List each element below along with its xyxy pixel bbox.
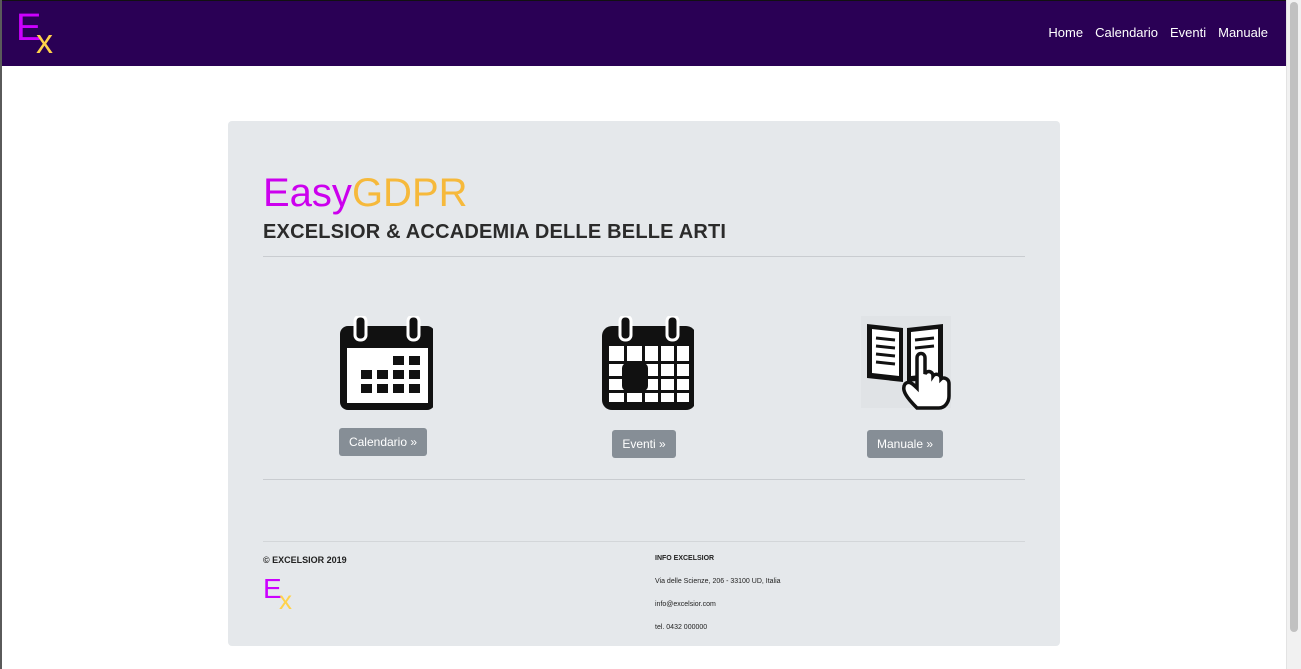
scrollbar-thumb[interactable]	[1290, 2, 1298, 632]
page-subtitle: EXCELSIOR & ACCADEMIA DELLE BELLE ARTI	[263, 221, 727, 243]
events-calendar-icon	[594, 314, 696, 416]
footer-logo-x: x	[279, 585, 292, 615]
info-address: Via delle Scienze, 206 - 33100 UD, Itali…	[655, 578, 781, 585]
info-title: INFO EXCELSIOR	[655, 555, 715, 562]
nav-links: Home Calendario Eventi Manuale	[1048, 25, 1268, 40]
card-eventi: Eventi »	[584, 314, 704, 458]
brand-logo[interactable]: E x	[16, 9, 62, 61]
title-gdpr: GDPR	[351, 171, 468, 215]
card-calendario: Calendario »	[323, 314, 443, 456]
calendar-icon	[333, 314, 435, 416]
footer-info: INFO EXCELSIOR Via delle Scienze, 206 - …	[655, 555, 781, 647]
footer-divider	[263, 541, 1025, 542]
footer-logo: E x	[263, 575, 303, 615]
nav-home[interactable]: Home	[1048, 25, 1083, 40]
nav-manuale[interactable]: Manuale	[1218, 25, 1268, 40]
jumbotron: EasyGDPR EXCELSIOR & ACCADEMIA DELLE BEL…	[228, 121, 1060, 646]
title-easy: Easy	[263, 171, 352, 215]
vertical-scrollbar[interactable]	[1286, 0, 1301, 669]
copyright: © EXCELSIOR 2019	[263, 555, 347, 565]
card-manuale: Manuale »	[845, 316, 965, 458]
eventi-button[interactable]: Eventi »	[612, 430, 676, 458]
top-navbar: E x Home Calendario Eventi Manuale	[2, 0, 1286, 66]
nav-eventi[interactable]: Eventi	[1170, 25, 1206, 40]
manual-book-icon	[855, 316, 955, 416]
info-email: info@excelsior.com	[655, 601, 716, 608]
divider	[263, 479, 1025, 480]
logo-letter-x: x	[36, 23, 53, 61]
divider	[263, 256, 1025, 257]
footer-left: © EXCELSIOR 2019 E x	[263, 555, 347, 615]
window-edge	[0, 0, 2, 669]
manuale-button[interactable]: Manuale »	[866, 430, 944, 458]
calendario-button[interactable]: Calendario »	[338, 428, 428, 456]
page-title: EasyGDPR	[263, 171, 468, 215]
info-phone: tel. 0432 000000	[655, 624, 708, 631]
nav-calendario[interactable]: Calendario	[1095, 25, 1158, 40]
